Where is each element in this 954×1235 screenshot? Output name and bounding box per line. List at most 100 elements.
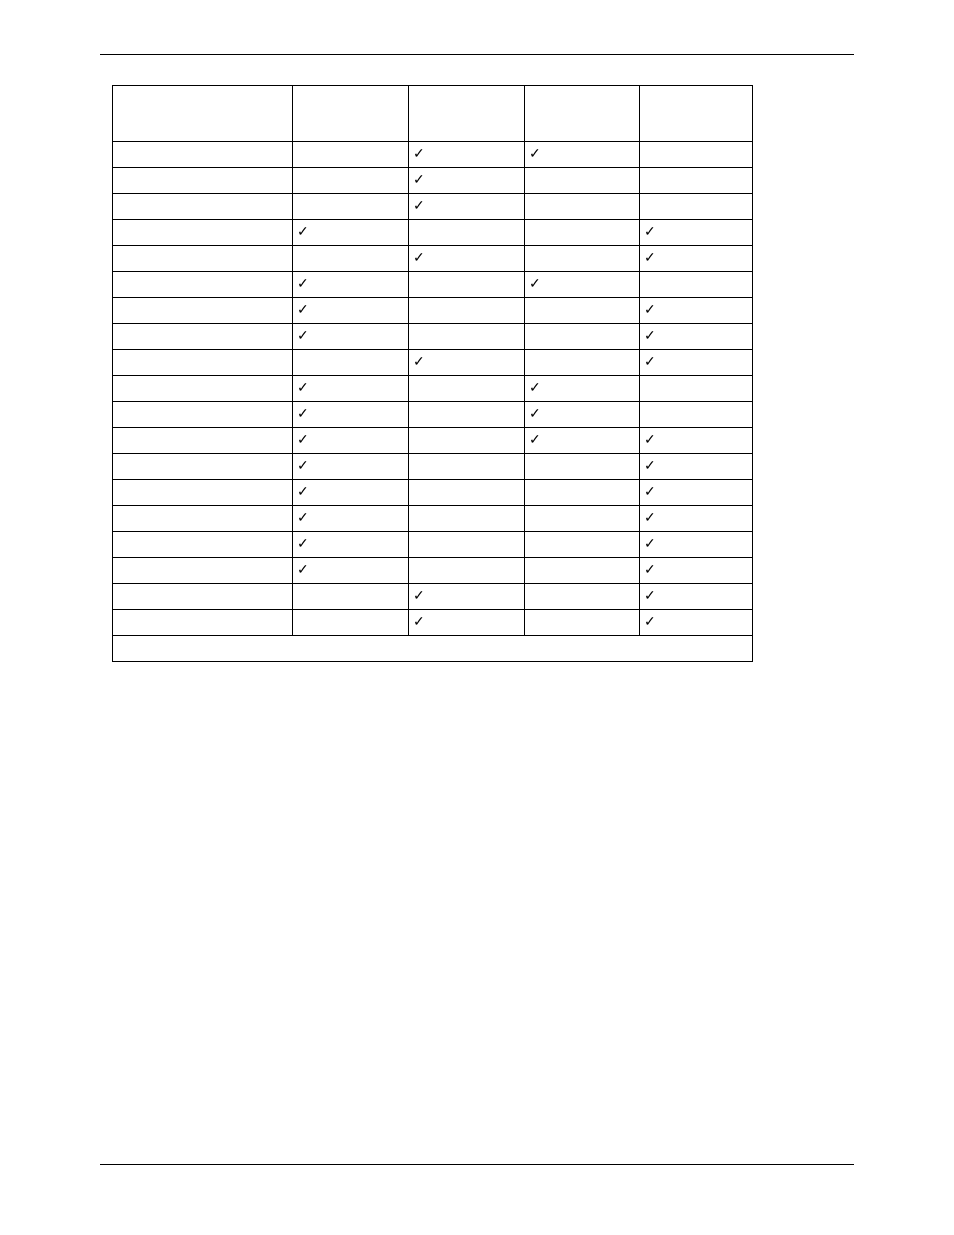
matrix-cell: [293, 246, 409, 272]
matrix-cell: [409, 324, 525, 350]
matrix-cell: [640, 142, 753, 168]
matrix-cell: [525, 532, 640, 558]
matrix-cell: [640, 376, 753, 402]
check-icon: ✓: [413, 249, 425, 265]
check-icon: ✓: [297, 457, 309, 473]
table-row: ✓✓: [113, 402, 753, 428]
check-icon: ✓: [529, 405, 541, 421]
matrix-cell: ✓: [640, 584, 753, 610]
check-icon: ✓: [297, 483, 309, 499]
matrix-cell: [409, 506, 525, 532]
row-label: [113, 246, 293, 272]
check-icon: ✓: [644, 587, 656, 603]
matrix-cell: [525, 558, 640, 584]
table-row: ✓: [113, 168, 753, 194]
check-icon: ✓: [644, 483, 656, 499]
matrix-cell: [525, 610, 640, 636]
row-label: [113, 584, 293, 610]
check-icon: ✓: [644, 327, 656, 343]
check-icon: ✓: [644, 613, 656, 629]
matrix-cell: ✓: [293, 454, 409, 480]
check-icon: ✓: [297, 431, 309, 447]
check-icon: ✓: [644, 223, 656, 239]
row-label: [113, 272, 293, 298]
check-icon: ✓: [529, 145, 541, 161]
matrix-cell: ✓: [640, 246, 753, 272]
row-label: [113, 324, 293, 350]
matrix-cell: ✓: [293, 558, 409, 584]
table-row: ✓: [113, 194, 753, 220]
matrix-cell: [293, 168, 409, 194]
check-icon: ✓: [413, 587, 425, 603]
row-label: [113, 402, 293, 428]
matrix-cell: [409, 298, 525, 324]
check-icon: ✓: [529, 275, 541, 291]
matrix-cell: [525, 298, 640, 324]
matrix-cell: [640, 168, 753, 194]
row-label: [113, 532, 293, 558]
bottom-rule: [100, 1164, 854, 1165]
check-icon: ✓: [413, 353, 425, 369]
matrix-cell: [409, 532, 525, 558]
row-label: [113, 376, 293, 402]
matrix-cell: [293, 194, 409, 220]
header-cell-2: [409, 86, 525, 142]
matrix-cell: ✓: [640, 480, 753, 506]
matrix-cell: ✓: [293, 220, 409, 246]
matrix-cell: ✓: [293, 272, 409, 298]
matrix-cell: [525, 246, 640, 272]
check-icon: ✓: [644, 353, 656, 369]
matrix-cell: ✓: [525, 428, 640, 454]
matrix-cell: [409, 220, 525, 246]
matrix-cell: [525, 480, 640, 506]
matrix-cell: [525, 506, 640, 532]
check-icon: ✓: [644, 249, 656, 265]
table-row: ✓✓: [113, 506, 753, 532]
header-cell-0: [113, 86, 293, 142]
check-icon: ✓: [297, 327, 309, 343]
table-row: ✓✓: [113, 532, 753, 558]
table-row: ✓✓: [113, 272, 753, 298]
matrix-cell: ✓: [640, 558, 753, 584]
matrix-cell: ✓: [525, 142, 640, 168]
matrix-cell: [525, 324, 640, 350]
matrix-cell: ✓: [640, 610, 753, 636]
row-label: [113, 194, 293, 220]
matrix-cell: [640, 272, 753, 298]
check-icon: ✓: [644, 535, 656, 551]
table-header-row: [113, 86, 753, 142]
matrix-cell: ✓: [293, 324, 409, 350]
row-label: [113, 298, 293, 324]
row-label: [113, 558, 293, 584]
matrix-cell: [409, 402, 525, 428]
matrix-cell: ✓: [525, 272, 640, 298]
check-icon: ✓: [644, 431, 656, 447]
matrix-cell: ✓: [293, 402, 409, 428]
matrix-cell: ✓: [525, 376, 640, 402]
matrix-cell: [409, 480, 525, 506]
matrix-cell: ✓: [640, 428, 753, 454]
row-label: [113, 610, 293, 636]
matrix-cell: [640, 402, 753, 428]
row-label: [113, 454, 293, 480]
matrix-cell: ✓: [640, 532, 753, 558]
table-footer-row: [113, 636, 753, 662]
row-label: [113, 220, 293, 246]
matrix-cell: ✓: [409, 610, 525, 636]
matrix-cell: ✓: [409, 350, 525, 376]
matrix-cell: ✓: [293, 532, 409, 558]
row-label: [113, 506, 293, 532]
top-rule: [100, 54, 854, 55]
check-icon: ✓: [413, 197, 425, 213]
table-row: ✓✓✓: [113, 428, 753, 454]
footer-cell: [113, 636, 753, 662]
row-label: [113, 168, 293, 194]
table-row: ✓✓: [113, 376, 753, 402]
check-icon: ✓: [297, 561, 309, 577]
check-icon: ✓: [297, 379, 309, 395]
matrix-cell: ✓: [409, 584, 525, 610]
matrix-cell: [525, 168, 640, 194]
matrix-cell: [525, 194, 640, 220]
matrix-cell: [409, 376, 525, 402]
check-icon: ✓: [297, 509, 309, 525]
